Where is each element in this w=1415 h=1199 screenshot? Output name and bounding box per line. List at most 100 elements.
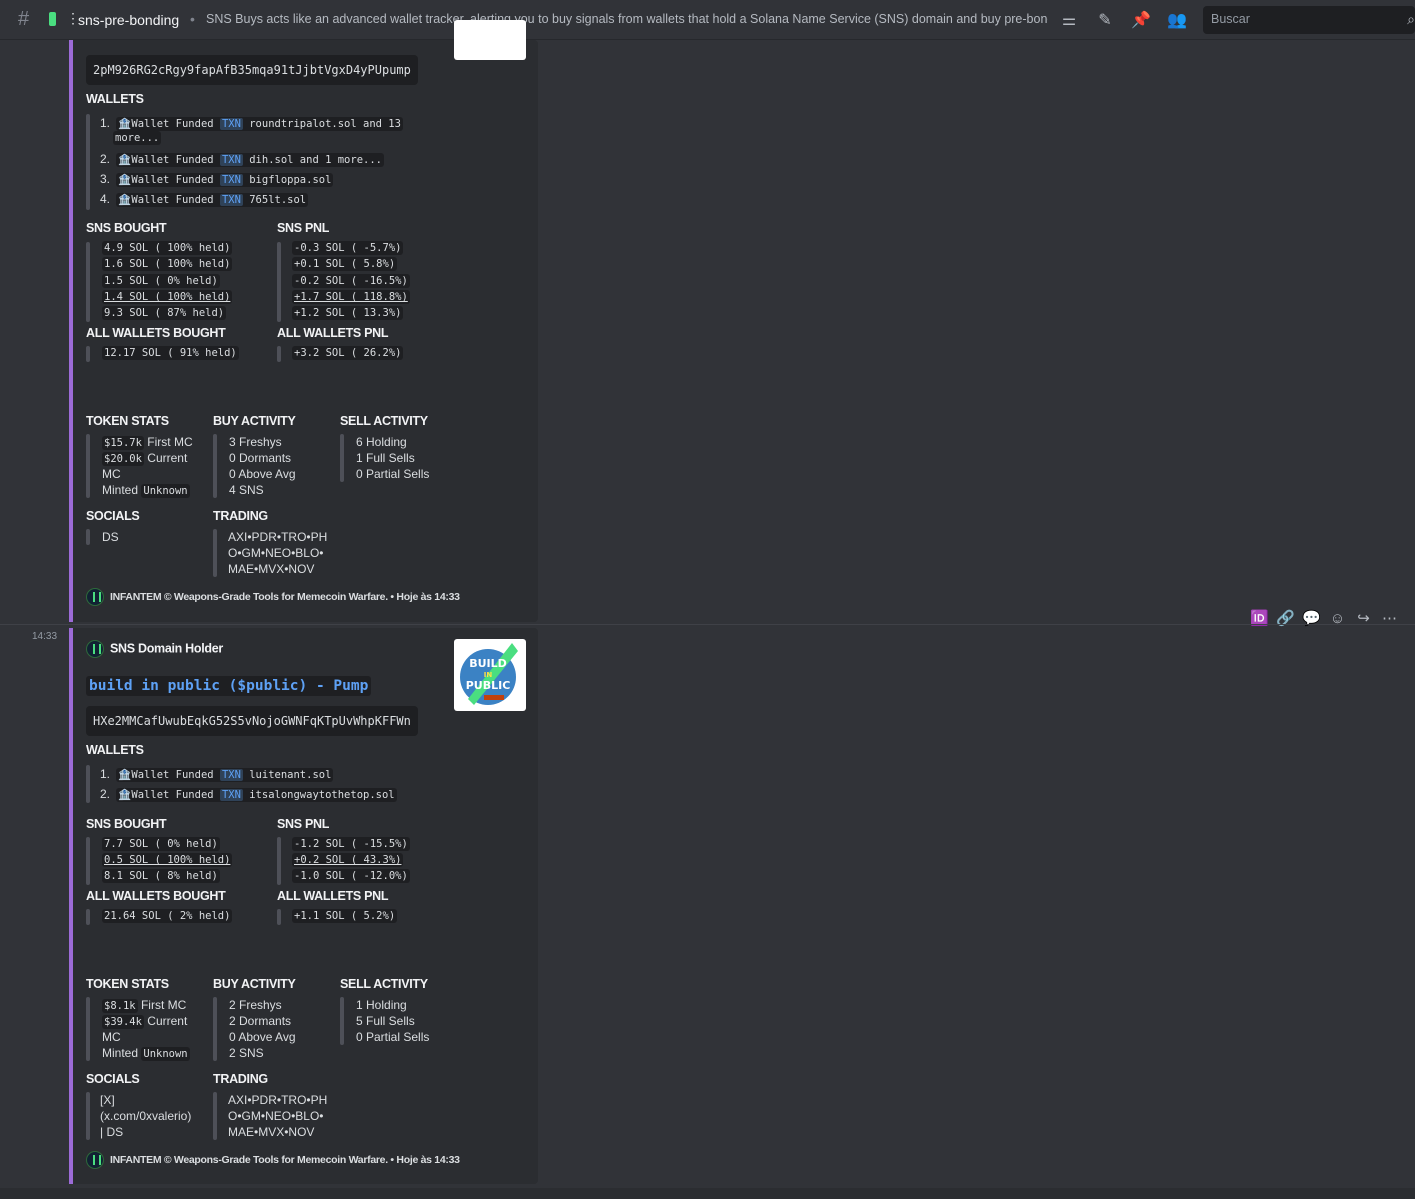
sns-bought-title: SNS BOUGHT bbox=[86, 221, 167, 235]
build-in-public-image: BUILD IN PUBLIC bbox=[460, 643, 518, 705]
minted: Minted Unknown bbox=[102, 483, 190, 498]
threads-icon[interactable]: ⚌ bbox=[1059, 10, 1079, 30]
buy-activity-row: 0 Dormants bbox=[229, 451, 292, 465]
quote-bar bbox=[86, 765, 90, 803]
quote-bar bbox=[86, 909, 90, 925]
quote-bar bbox=[86, 434, 90, 498]
contract-address[interactable]: 2pM926RG2cRgy9fapAfB35mqa91tJjbtVgxD4yPU… bbox=[86, 55, 418, 85]
sns-bought-title: SNS BOUGHT bbox=[86, 817, 167, 831]
sell-activity-row: 0 Partial Sells bbox=[356, 467, 430, 481]
all-pnl-value: +3.2 SOL ( 26.2%) bbox=[292, 346, 404, 360]
social-link-ds[interactable]: | DS bbox=[100, 1125, 123, 1139]
buy-activity-row: 4 SNS bbox=[229, 483, 264, 497]
battery-emoji-icon bbox=[49, 12, 56, 26]
sell-activity-row: 1 Holding bbox=[356, 998, 407, 1012]
contract-address[interactable]: HXe2MMCafUwubEqkG52S5vNojoGWNFqKTpUvWhpK… bbox=[86, 706, 418, 736]
quote-bar bbox=[213, 529, 217, 577]
svg-text:PUBLIC: PUBLIC bbox=[466, 679, 511, 692]
sns-bought-row: 4.9 SOL ( 100% held) bbox=[102, 241, 233, 255]
quote-bar bbox=[86, 529, 90, 545]
sell-activity-row: 6 Holding bbox=[356, 435, 407, 449]
sns-bought-row[interactable]: 1.4 SOL ( 100% held) bbox=[102, 290, 233, 304]
trading-title: TRADING bbox=[213, 509, 268, 523]
message-timestamp[interactable]: 14:33 bbox=[32, 631, 57, 642]
quote-bar bbox=[213, 434, 217, 498]
quote-bar bbox=[86, 346, 90, 362]
list-item-more: more... bbox=[113, 131, 162, 145]
wallets-title: WALLETS bbox=[86, 92, 144, 106]
txn-link[interactable]: TXN bbox=[219, 769, 243, 781]
list-item: 3. 🏦Wallet Funded TXN bigfloppa.sol bbox=[100, 172, 334, 187]
sns-bought-row: 8.1 SOL ( 8% held) bbox=[102, 869, 220, 883]
embed-author[interactable]: SNS Domain Holder bbox=[86, 640, 223, 658]
pin-icon[interactable]: 📌 bbox=[1131, 10, 1151, 30]
social-x-label: [X] bbox=[100, 1093, 115, 1107]
social-link-ds[interactable]: DS bbox=[102, 530, 119, 544]
sns-pnl-title: SNS PNL bbox=[277, 221, 330, 235]
token-stats-title: TOKEN STATS bbox=[86, 977, 169, 991]
sns-pnl-row: -1.0 SOL ( -12.0%) bbox=[292, 869, 410, 883]
mc-label: MC bbox=[102, 1030, 121, 1044]
txn-link[interactable]: TXN bbox=[219, 789, 243, 801]
sell-activity-title: SELL ACTIVITY bbox=[340, 977, 428, 991]
wallets-title: WALLETS bbox=[86, 743, 144, 757]
all-bought-title: ALL WALLETS BOUGHT bbox=[86, 326, 226, 340]
notifications-muted-icon[interactable]: ✎ bbox=[1095, 10, 1115, 30]
first-mc: $8.1k First MC bbox=[102, 998, 187, 1013]
socials-title: SOCIALS bbox=[86, 509, 140, 523]
buy-activity-title: BUY ACTIVITY bbox=[213, 414, 296, 428]
sell-activity-row: 0 Partial Sells bbox=[356, 1030, 430, 1044]
txn-link[interactable]: TXN bbox=[219, 174, 243, 186]
trading-links[interactable]: AXI•PDR•TRO•PH bbox=[228, 530, 327, 544]
all-bought-title: ALL WALLETS BOUGHT bbox=[86, 889, 226, 903]
buy-activity-title: BUY ACTIVITY bbox=[213, 977, 296, 991]
current-mc: $20.0k Current bbox=[102, 451, 188, 466]
token-title-link[interactable]: build in public ($public) - Pump bbox=[86, 676, 372, 696]
buy-activity-row: 2 SNS bbox=[229, 1046, 264, 1060]
composer-area bbox=[0, 1188, 1415, 1199]
trading-links[interactable]: O•GM•NEO•BLO• bbox=[228, 1109, 323, 1123]
svg-text:BUILD: BUILD bbox=[469, 657, 507, 670]
trading-links[interactable]: AXI•PDR•TRO•PH bbox=[228, 1093, 327, 1107]
quote-bar bbox=[86, 1092, 90, 1140]
txn-link[interactable]: TXN bbox=[219, 194, 243, 206]
channel-topic[interactable]: SNS Buys acts like an advanced wallet tr… bbox=[206, 12, 1048, 26]
sns-pnl-row: -0.3 SOL ( -5.7%) bbox=[292, 241, 404, 255]
sns-pnl-row[interactable]: +1.7 SOL ( 118.8%) bbox=[292, 290, 410, 304]
trading-links[interactable]: MAE•MVX•NOV bbox=[228, 1125, 314, 1139]
list-item: 1. 🏦Wallet Funded TXN luitenant.sol bbox=[100, 767, 334, 782]
first-mc: $15.7k First MC bbox=[102, 435, 193, 450]
quote-bar bbox=[86, 114, 90, 210]
token-thumbnail[interactable] bbox=[454, 20, 526, 60]
channel-hash-icon: # bbox=[18, 8, 30, 30]
txn-link[interactable]: TXN bbox=[219, 154, 243, 166]
token-thumbnail[interactable]: BUILD IN PUBLIC bbox=[454, 639, 526, 711]
buy-activity-row: 2 Freshys bbox=[229, 998, 282, 1012]
search-icon: ⌕ bbox=[1407, 11, 1415, 27]
trading-links[interactable]: MAE•MVX•NOV bbox=[228, 562, 314, 576]
quote-bar bbox=[277, 909, 281, 925]
sns-pnl-row[interactable]: +0.2 SOL ( 43.3%) bbox=[292, 853, 404, 867]
footer-avatar bbox=[86, 588, 104, 606]
quote-bar bbox=[86, 997, 90, 1061]
all-pnl-value: +1.1 SOL ( 5.2%) bbox=[292, 909, 398, 923]
quote-bar bbox=[86, 837, 90, 885]
member-list-icon[interactable]: 👥 bbox=[1167, 10, 1187, 30]
social-x-handle: (x.com/0xvalerio) bbox=[100, 1109, 192, 1123]
search-input[interactable]: Buscar ⌕ bbox=[1203, 6, 1415, 34]
token-stats-title: TOKEN STATS bbox=[86, 414, 169, 428]
trading-links[interactable]: O•GM•NEO•BLO• bbox=[228, 546, 323, 560]
all-pnl-title: ALL WALLETS PNL bbox=[277, 326, 389, 340]
sns-bought-row: 9.3 SOL ( 87% held) bbox=[102, 306, 227, 320]
quote-bar bbox=[86, 242, 90, 322]
search-placeholder: Buscar bbox=[1211, 12, 1250, 26]
sell-activity-title: SELL ACTIVITY bbox=[340, 414, 428, 428]
sell-activity-row: 1 Full Sells bbox=[356, 451, 415, 465]
quote-bar bbox=[277, 837, 281, 885]
author-avatar bbox=[86, 640, 104, 658]
quote-bar bbox=[340, 434, 344, 482]
txn-link[interactable]: TXN bbox=[219, 118, 243, 130]
channel-name: sns-pre-bonding bbox=[78, 12, 180, 28]
buy-activity-row: 3 Freshys bbox=[229, 435, 282, 449]
sns-bought-row[interactable]: 0.5 SOL ( 100% held) bbox=[102, 853, 233, 867]
